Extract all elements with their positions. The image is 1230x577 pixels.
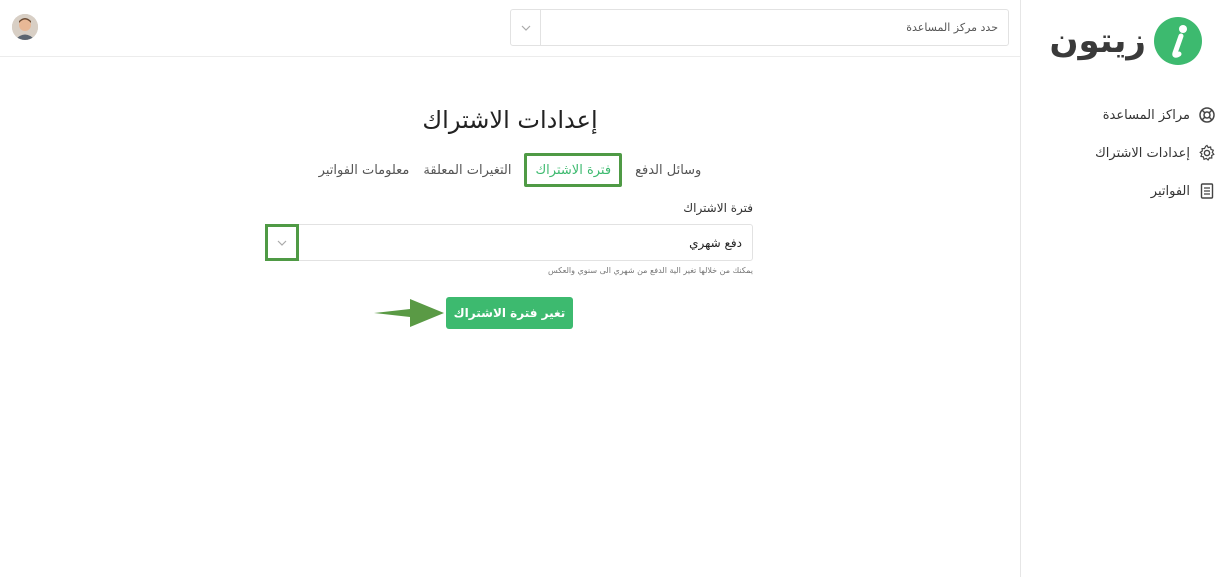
sidebar-item-label: الفواتير — [1150, 183, 1190, 199]
sidebar-item-invoices[interactable]: الفواتير — [1026, 172, 1216, 210]
sidebar-item-label: إعدادات الاشتراك — [1095, 145, 1190, 161]
chevron-down-icon[interactable] — [265, 224, 299, 261]
tab-payment-methods[interactable]: وسائل الدفع — [628, 153, 708, 187]
sidebar: زيتون مراكز المساعدة إعدادات الاشتراك ال… — [1020, 0, 1230, 577]
tab-pending-changes[interactable]: التغيرات المعلقة — [416, 153, 518, 187]
help-center-select[interactable]: حدد مركز المساعدة — [510, 9, 1009, 46]
period-help-text: يمكنك من خلالها تغير الية الدفع من شهري … — [547, 266, 753, 275]
logo-mark-icon — [1154, 17, 1202, 65]
sidebar-item-subscription-settings[interactable]: إعدادات الاشتراك — [1026, 134, 1216, 172]
page-title: إعدادات الاشتراك — [422, 106, 598, 134]
sidebar-item-label: مراكز المساعدة — [1102, 107, 1190, 123]
brand-logo[interactable]: زيتون — [1042, 14, 1202, 68]
sidebar-nav: مراكز المساعدة إعدادات الاشتراك الفواتير — [1026, 96, 1216, 210]
subscription-period-value: دفع شهري — [689, 235, 742, 250]
top-bar: حدد مركز المساعدة — [0, 0, 1020, 57]
user-avatar[interactable] — [12, 14, 38, 40]
tab-billing-info[interactable]: معلومات الفواتير — [312, 153, 417, 187]
chevron-down-icon[interactable] — [511, 10, 541, 45]
change-period-button[interactable]: تغير فترة الاشتراك — [446, 297, 573, 329]
help-center-select-value: حدد مركز المساعدة — [906, 21, 998, 34]
brand-name: زيتون — [1049, 21, 1147, 61]
period-field-label: فترة الاشتراك — [683, 201, 753, 215]
pointer-arrow-icon — [374, 299, 444, 327]
sidebar-item-help-centers[interactable]: مراكز المساعدة — [1026, 96, 1216, 134]
settings-tabs: وسائل الدفع فترة الاشتراك التغيرات المعل… — [300, 153, 720, 189]
lifebuoy-icon — [1198, 106, 1216, 124]
invoice-icon — [1198, 182, 1216, 200]
tab-subscription-period[interactable]: فترة الاشتراك — [524, 153, 623, 187]
gear-icon — [1198, 144, 1216, 162]
subscription-period-select[interactable]: دفع شهري — [265, 224, 753, 261]
